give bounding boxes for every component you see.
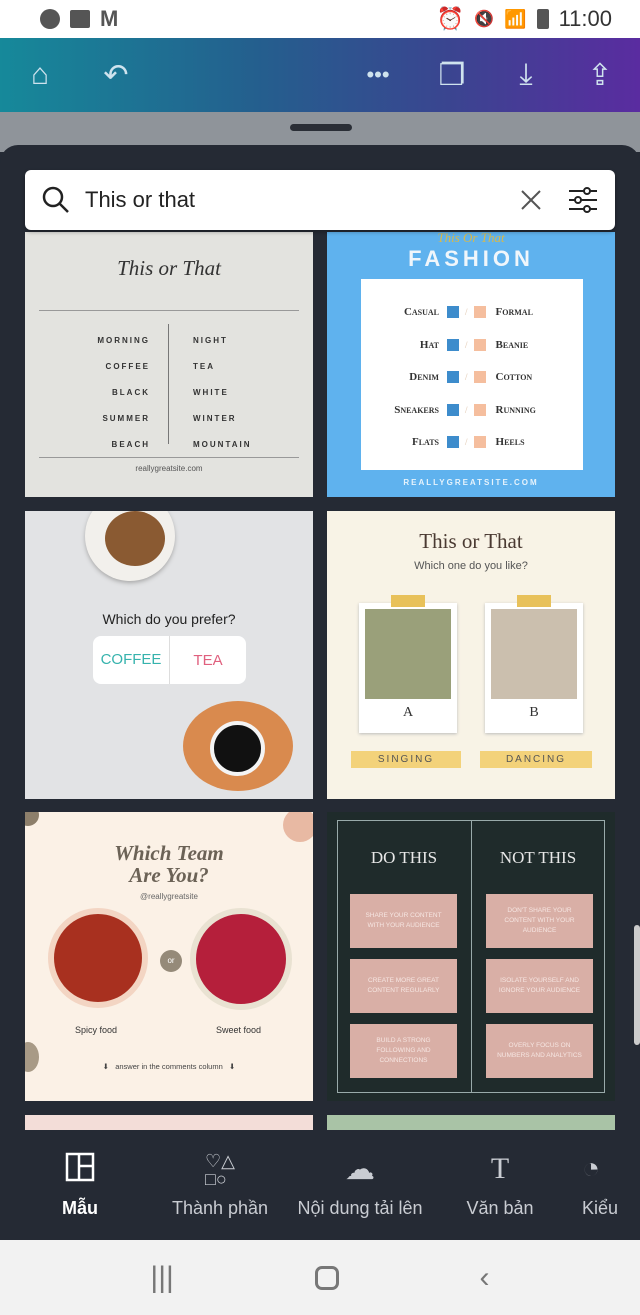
- more-icon[interactable]: •••: [358, 62, 398, 88]
- slash: /: [465, 404, 468, 415]
- template-which-team[interactable]: Which Team Are You? @reallygreatsite or S…: [25, 812, 313, 1101]
- recents-icon[interactable]: |||: [150, 1261, 173, 1295]
- battery-charging-icon: [536, 9, 549, 29]
- slash: /: [465, 437, 468, 448]
- option-right: Cotton: [495, 371, 533, 384]
- editor-toolbar: ⌂ ↶ ••• ❐ ⤓ ⇪: [0, 38, 640, 112]
- peach-square: [473, 338, 486, 351]
- nav-styles[interactable]: ◔ Kiểu: [570, 1130, 630, 1240]
- peach-square: [473, 403, 486, 416]
- clear-icon[interactable]: [519, 188, 543, 212]
- template-singing-dancing[interactable]: This or That Which one do you like? A B …: [327, 511, 615, 799]
- templates-panel: This or That MORNINGCOFFEEBLACKSUMMERBEA…: [0, 145, 640, 1130]
- option-left: Hat: [419, 338, 439, 351]
- advice-box: ISOLATE YOURSELF AND IGNORE YOUR AUDIENC…: [486, 959, 593, 1013]
- alarm-icon: ⏰: [436, 6, 465, 31]
- slash: /: [465, 339, 468, 350]
- nav-text[interactable]: T Văn bản: [430, 1130, 570, 1240]
- clock: 11:00: [558, 6, 612, 31]
- template-coffee-tea[interactable]: Which do you prefer? COFFEE TEA: [25, 511, 313, 799]
- advice-box: CREATE MORE GREAT CONTENT REGULARLY: [350, 959, 457, 1013]
- upload-cloud-icon: ☁: [345, 1153, 375, 1186]
- nav-uploads[interactable]: ☁ Nội dung tải lên: [290, 1130, 430, 1240]
- pages-icon[interactable]: ❐: [432, 58, 472, 93]
- fashion-row: Flats / Heels: [361, 426, 583, 459]
- system-nav: ||| ‹: [0, 1240, 640, 1315]
- advice-box: OVERLY FOCUS ON NUMBERS AND ANALYTICS: [486, 1024, 593, 1078]
- blue-square: [447, 403, 459, 416]
- template-this-or-that-daily[interactable]: This or That MORNING COFFEE BLACK SUMMER BEA…: [25, 232, 313, 497]
- gmail-icon: M: [100, 6, 119, 31]
- mute-icon: 🔇: [474, 11, 495, 28]
- template-icon: [65, 1152, 95, 1190]
- home-button-icon[interactable]: [314, 1265, 339, 1290]
- wifi-icon: 📶: [504, 8, 527, 29]
- template-partial[interactable]: [327, 1115, 615, 1130]
- peach-square: [473, 306, 486, 319]
- blue-square: [447, 306, 459, 319]
- home-icon[interactable]: ⌂: [20, 58, 60, 92]
- option-right: Heels: [495, 436, 525, 449]
- line-icon: [40, 9, 60, 29]
- elements-icon: ♡△ □○: [205, 1151, 235, 1189]
- option-left: Denim: [409, 371, 439, 384]
- fashion-row: Hat / Beanie: [361, 329, 583, 362]
- slash: /: [465, 307, 468, 318]
- option-right: Running: [495, 403, 536, 416]
- text-icon: T: [490, 1152, 510, 1185]
- search-icon: [42, 186, 69, 213]
- peach-square: [473, 371, 486, 384]
- template-do-this-not-this[interactable]: DO THIS NOT THIS SHARE YOUR CONTENT WITH…: [327, 812, 615, 1101]
- search-bar: [25, 170, 615, 230]
- blue-square: [447, 436, 459, 449]
- filter-icon[interactable]: [567, 186, 599, 214]
- drag-handle[interactable]: [290, 124, 352, 131]
- nav-templates[interactable]: Mẫu: [10, 1130, 150, 1240]
- blue-square: [447, 371, 459, 384]
- slash: /: [465, 372, 468, 383]
- peach-square: [473, 436, 486, 449]
- template-fashion[interactable]: This Or That FASHION Casual / Formal Hat / Be…: [327, 232, 615, 497]
- option-left: Sneakers: [394, 403, 439, 416]
- fashion-row: Sneakers / Running: [361, 394, 583, 427]
- option-left: Flats: [411, 436, 439, 449]
- fashion-row: Casual / Formal: [361, 296, 583, 329]
- blue-square: [447, 338, 459, 351]
- search-input[interactable]: [85, 187, 519, 213]
- advice-box: BUILD A STRONG FOLLOWING AND CONNECTIONS: [350, 1024, 457, 1078]
- back-icon[interactable]: ‹: [480, 1261, 490, 1295]
- bottom-nav: Mẫu ♡△ □○ Thành phần ☁ Nội dung tải lên T Vă…: [0, 1130, 640, 1240]
- undo-icon[interactable]: ↶: [96, 58, 136, 93]
- scrollbar[interactable]: [634, 925, 640, 1045]
- advice-box: DON'T SHARE YOUR CONTENT WITH YOUR AUDIE…: [486, 894, 593, 948]
- nav-elements[interactable]: ♡△ □○ Thành phần: [150, 1130, 290, 1240]
- arrow-down-icon: ⬇: [222, 1062, 236, 1071]
- download-icon[interactable]: ⤓: [506, 58, 546, 92]
- status-bar: M ⏰ 🔇 📶 11:00: [0, 0, 640, 38]
- option-right: Beanie: [495, 338, 529, 351]
- arrow-down-icon: ⬇: [102, 1062, 116, 1071]
- share-icon[interactable]: ⇪: [580, 58, 620, 93]
- option-left: Casual: [403, 306, 439, 319]
- advice-box: SHARE YOUR CONTENT WITH YOUR AUDIENCE: [350, 894, 457, 948]
- palette-icon: ◔: [582, 1152, 601, 1185]
- fashion-row: Denim / Cotton: [361, 361, 583, 394]
- gallery-icon: [70, 10, 90, 28]
- template-partial[interactable]: [25, 1115, 313, 1130]
- option-right: Formal: [495, 306, 533, 319]
